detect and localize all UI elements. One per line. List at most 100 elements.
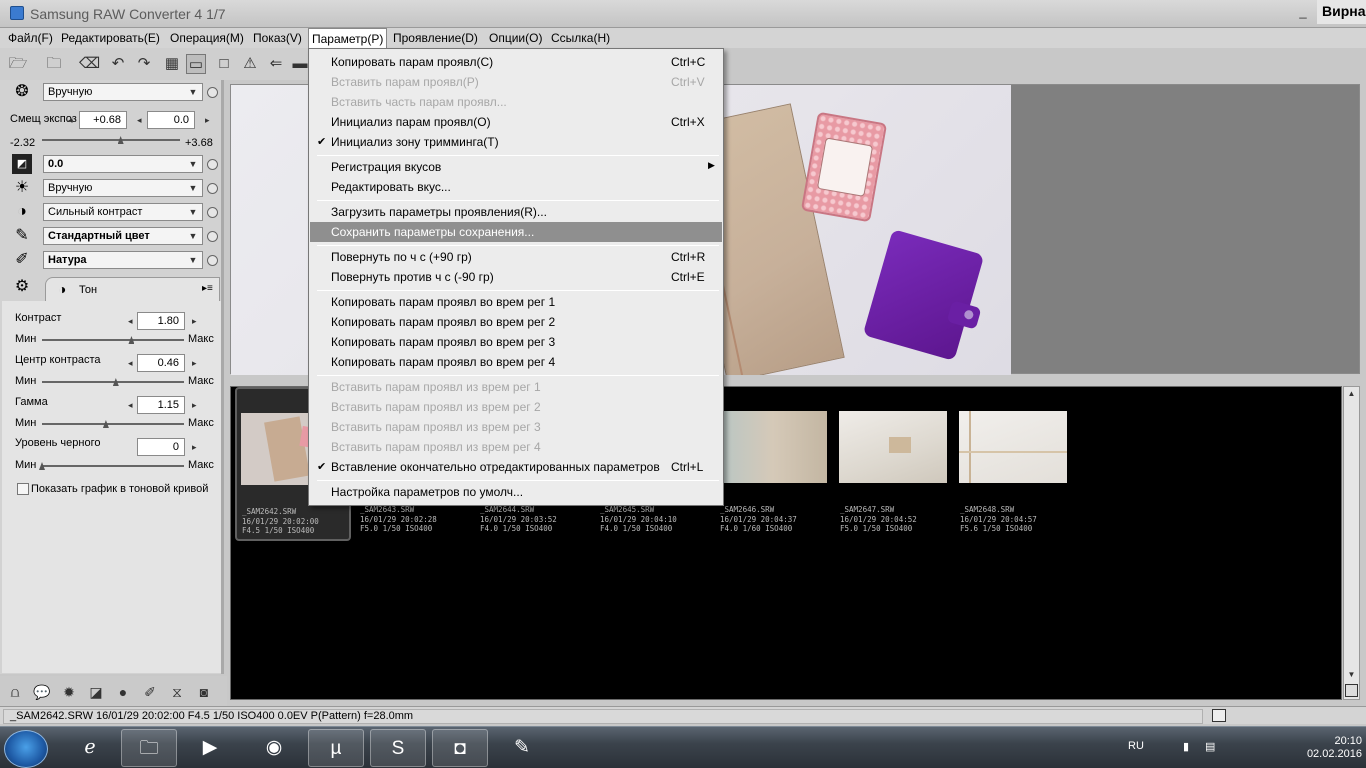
exposure-slider[interactable]: [42, 139, 180, 141]
brightness-select[interactable]: 0.0 ▼: [43, 155, 203, 173]
monitor-icon[interactable]: ▬: [290, 54, 310, 74]
decrease-icon[interactable]: ◂: [128, 358, 133, 369]
increase-icon[interactable]: ▸: [192, 442, 197, 453]
open-folder-icon[interactable]: 🗁: [8, 54, 28, 74]
printer-icon[interactable]: ▤: [1205, 740, 1215, 753]
decrease-icon[interactable]: ◂: [137, 115, 142, 126]
sharpen-icon[interactable]: ✐: [141, 683, 159, 701]
menu-item-copy-temp-3[interactable]: Копировать парам проявл во врем рег 3: [310, 332, 722, 352]
increase-icon[interactable]: ▸: [205, 115, 210, 126]
menu-edit[interactable]: Редактировать(E): [61, 31, 160, 45]
exposure-icon[interactable]: ✹: [60, 683, 78, 701]
menu-item-copy-temp-1[interactable]: Копировать парам проявл во врем рег 1: [310, 292, 722, 312]
exposure-input-2[interactable]: 0.0: [147, 111, 195, 129]
gears-icon[interactable]: ⚙: [12, 277, 32, 297]
black-level-input[interactable]: 0: [137, 438, 185, 456]
crop-icon[interactable]: ⧖: [168, 683, 186, 701]
increase-icon[interactable]: ▸: [192, 400, 197, 411]
gamma-slider[interactable]: [42, 423, 184, 425]
reset-icon[interactable]: [207, 159, 218, 170]
white-balance-select[interactable]: Вручную ▼: [43, 83, 203, 101]
menu-item-paste-params[interactable]: Вставить парам проявл(P) Ctrl+V: [310, 72, 722, 92]
filmstrip-scrollbar[interactable]: ▲ ▼: [1343, 386, 1360, 700]
menu-parameter[interactable]: Параметр(P): [308, 28, 388, 48]
menu-item-paste-temp-1[interactable]: Вставить парам проявл из врем рег 1: [310, 377, 722, 397]
menu-item-register-taste[interactable]: Регистрация вкусов ▶: [310, 157, 722, 177]
panel-toggle-icon[interactable]: [1212, 709, 1226, 722]
menu-item-init-params[interactable]: Инициализ парам проявл(O) Ctrl+X: [310, 112, 722, 132]
menu-develop[interactable]: Проявление(D): [393, 31, 478, 45]
black-level-slider[interactable]: [42, 465, 184, 467]
grid-view-icon[interactable]: ▦: [162, 54, 182, 74]
chrome-icon[interactable]: ◉: [246, 729, 302, 767]
paint-icon[interactable]: ✎: [494, 729, 550, 767]
contrast-panel-icon[interactable]: ◪: [87, 683, 105, 701]
single-view-icon[interactable]: ▭: [186, 54, 206, 74]
menu-options[interactable]: Опции(O): [489, 31, 542, 45]
color-panel-icon[interactable]: ●: [114, 683, 132, 701]
skype-icon[interactable]: S: [370, 729, 426, 767]
contrast-select[interactable]: Сильный контраст ▼: [43, 203, 203, 221]
menu-help[interactable]: Ссылка(H): [551, 31, 610, 45]
menu-operation[interactable]: Операция(M): [170, 31, 244, 45]
thumbnail[interactable]: _SAM2647.SRW 16/01/29 20:04:52 F5.0 1/50…: [835, 387, 951, 541]
internet-explorer-icon[interactable]: ℯ: [62, 729, 118, 767]
film-select[interactable]: Натура ▼: [43, 251, 203, 269]
folder-icon[interactable]: 🗀: [121, 729, 177, 767]
thumbnail[interactable]: _SAM2648.SRW 16/01/29 20:04:57 F5.6 1/50…: [955, 387, 1071, 541]
camera-icon[interactable]: ◘: [432, 729, 488, 767]
increase-icon[interactable]: ▸: [192, 316, 197, 327]
frame-icon[interactable]: □: [214, 54, 234, 74]
decrease-icon[interactable]: ◂: [128, 400, 133, 411]
scroll-up-icon[interactable]: ▲: [1344, 387, 1359, 401]
menu-item-rotate-cw[interactable]: Повернуть по ч с (+90 гр) Ctrl+R: [310, 247, 722, 267]
reset-icon[interactable]: [207, 231, 218, 242]
redo-icon[interactable]: ↷: [134, 54, 154, 74]
menu-item-paste-temp-4[interactable]: Вставить парам проявл из врем рег 4: [310, 437, 722, 457]
menu-item-default-settings[interactable]: Настройка параметров по умолч...: [310, 482, 722, 502]
tab-tone[interactable]: ◑ Тон ▸≡: [45, 277, 220, 301]
menu-item-paste-part-params[interactable]: Вставить часть парам проявл...: [310, 92, 722, 112]
menu-icon[interactable]: ▸≡: [202, 283, 213, 294]
language-indicator[interactable]: RU: [1128, 740, 1144, 752]
contrast-center-slider[interactable]: [42, 381, 184, 383]
decrease-icon[interactable]: ◂: [68, 115, 73, 126]
menu-item-save-params[interactable]: Сохранить параметры сохранения...: [310, 222, 722, 242]
menu-item-paste-temp-2[interactable]: Вставить парам проявл из врем рег 2: [310, 397, 722, 417]
show-graph-checkbox[interactable]: [17, 483, 29, 495]
minimize-button[interactable]: _: [1296, 4, 1310, 20]
tone-select[interactable]: Вручную ▼: [43, 179, 203, 197]
resize-corner-icon[interactable]: [1345, 684, 1358, 697]
back-icon[interactable]: ⇐: [266, 54, 286, 74]
menu-item-copy-temp-2[interactable]: Копировать парам проявл во врем рег 2: [310, 312, 722, 332]
levels-icon[interactable]: ⩍: [6, 683, 24, 701]
menu-view[interactable]: Показ(V): [253, 31, 302, 45]
menu-file[interactable]: Файл(F): [8, 31, 53, 45]
menu-item-init-trim[interactable]: ✔ Инициализ зону тримминга(T): [310, 132, 722, 152]
comment-icon[interactable]: 💬: [33, 683, 51, 701]
menu-item-rotate-ccw[interactable]: Повернуть против ч с (-90 гр) Ctrl+E: [310, 267, 722, 287]
contrast-slider[interactable]: [42, 339, 184, 341]
menu-item-load-params[interactable]: Загрузить параметры проявления(R)...: [310, 202, 722, 222]
menu-item-paste-final[interactable]: ✔ Вставление окончательно отредактированн…: [310, 457, 722, 477]
utorrent-icon[interactable]: µ: [308, 729, 364, 767]
reset-icon[interactable]: [207, 255, 218, 266]
reset-icon[interactable]: [207, 87, 218, 98]
network-icon[interactable]: ▮: [1183, 740, 1189, 753]
menu-item-copy-params[interactable]: Копировать парам проявл(C) Ctrl+C: [310, 52, 722, 72]
increase-icon[interactable]: ▸: [192, 358, 197, 369]
reset-icon[interactable]: [207, 183, 218, 194]
warning-icon[interactable]: ⚠: [240, 54, 260, 74]
thumbnail[interactable]: _SAM2646.SRW 16/01/29 20:04:37 F4.0 1/60…: [715, 387, 831, 541]
open-file-icon[interactable]: 🗀: [44, 54, 64, 74]
decrease-icon[interactable]: ◂: [128, 316, 133, 327]
media-player-icon[interactable]: ▶: [182, 729, 238, 767]
contrast-center-input[interactable]: 0.46: [137, 354, 185, 372]
eraser-icon[interactable]: ⌫: [79, 54, 100, 74]
exposure-input[interactable]: +0.68: [79, 111, 127, 129]
reset-icon[interactable]: [207, 207, 218, 218]
menu-item-edit-taste[interactable]: Редактировать вкус...: [310, 177, 722, 197]
color-select[interactable]: Стандартный цвет ▼: [43, 227, 203, 245]
gamma-input[interactable]: 1.15: [137, 396, 185, 414]
clock[interactable]: 20:10 02.02.2016: [1290, 735, 1362, 761]
